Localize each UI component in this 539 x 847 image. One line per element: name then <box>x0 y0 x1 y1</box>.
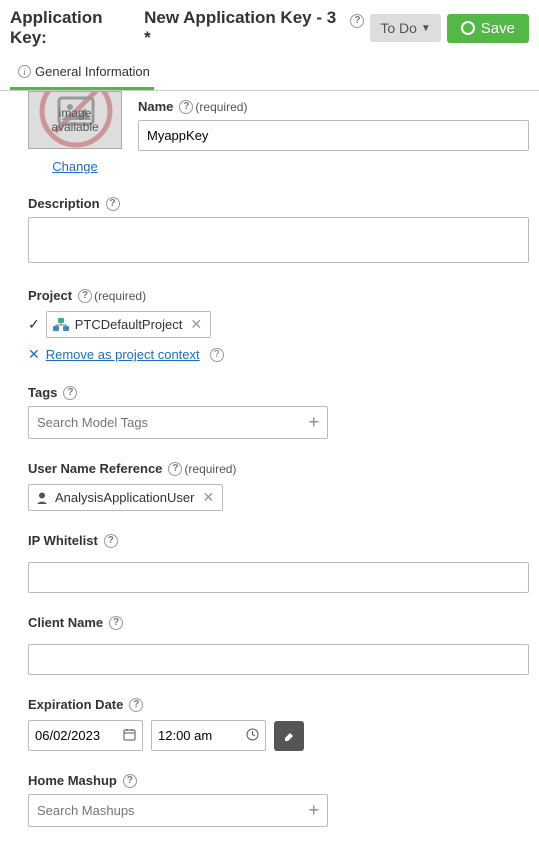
save-label: Save <box>481 20 515 37</box>
help-icon[interactable]: ? <box>179 100 193 114</box>
add-mashup-icon[interactable]: + <box>300 800 327 821</box>
help-icon[interactable]: ? <box>350 14 364 28</box>
required-label: (required) <box>94 289 146 303</box>
remove-project-row: ✕ Remove as project context ? <box>28 346 529 363</box>
user-value: AnalysisApplicationUser <box>55 490 194 505</box>
todo-label: To Do <box>380 20 417 36</box>
description-textarea[interactable] <box>28 217 529 263</box>
project-icon <box>53 318 69 332</box>
page-title: Application Key: New Application Key - 3… <box>10 8 364 48</box>
thumbnail-column: image available Change <box>28 91 122 174</box>
info-icon: i <box>18 65 31 78</box>
required-label: (required) <box>184 462 236 476</box>
remove-x-icon[interactable]: ✕ <box>28 346 40 363</box>
tags-label: Tags ? <box>28 385 529 400</box>
change-image-link[interactable]: Change <box>52 159 98 174</box>
ip-whitelist-input[interactable] <box>28 562 529 593</box>
user-ref-field: User Name Reference ? (required) Analysi… <box>28 461 529 511</box>
remove-project-link[interactable]: Remove as project context <box>46 347 200 362</box>
home-mashup-field: Home Mashup ? + <box>28 773 529 827</box>
tab-bar: i General Information <box>0 58 539 90</box>
help-icon[interactable]: ? <box>106 197 120 211</box>
help-icon[interactable]: ? <box>123 774 137 788</box>
client-name-label: Client Name ? <box>28 615 529 630</box>
expiration-field: Expiration Date ? <box>28 697 529 751</box>
home-mashup-label: Home Mashup ? <box>28 773 529 788</box>
eraser-icon <box>281 728 297 744</box>
help-icon[interactable]: ? <box>109 616 123 630</box>
help-icon[interactable]: ? <box>104 534 118 548</box>
tags-input[interactable] <box>29 407 300 438</box>
ip-whitelist-label: IP Whitelist ? <box>28 533 529 548</box>
user-chip[interactable]: AnalysisApplicationUser ✕ <box>28 484 223 511</box>
client-name-field: Client Name ? <box>28 615 529 675</box>
top-row: image available Change Name ? (required) <box>28 91 529 174</box>
name-column: Name ? (required) <box>138 99 529 151</box>
entity-name: New Application Key - 3 * <box>144 8 344 48</box>
user-icon <box>35 491 49 505</box>
page-header: Application Key: New Application Key - 3… <box>0 0 539 58</box>
tab-label: General Information <box>35 64 150 79</box>
help-icon[interactable]: ? <box>210 348 224 362</box>
expiration-row <box>28 720 529 751</box>
form-content: image available Change Name ? (required)… <box>0 91 539 847</box>
project-field: Project ? (required) ✓ PTCDefaultProject… <box>28 288 529 363</box>
description-field: Description ? <box>28 196 529 266</box>
project-chip[interactable]: PTCDefaultProject ✕ <box>46 311 211 338</box>
tab-general-information[interactable]: i General Information <box>10 58 154 90</box>
clear-project-icon[interactable]: ✕ <box>188 316 204 333</box>
help-icon[interactable]: ? <box>78 289 92 303</box>
chevron-down-icon: ▼ <box>421 23 431 34</box>
ip-whitelist-field: IP Whitelist ? <box>28 533 529 593</box>
project-row: ✓ PTCDefaultProject ✕ <box>28 311 529 338</box>
help-icon[interactable]: ? <box>129 698 143 712</box>
help-icon[interactable]: ? <box>168 462 182 476</box>
thumbnail-placeholder: image available <box>28 91 122 149</box>
tags-field: Tags ? + <box>28 385 529 439</box>
checkmark-icon: ✓ <box>28 316 40 333</box>
todo-button[interactable]: To Do ▼ <box>370 14 440 42</box>
clear-user-icon[interactable]: ✕ <box>200 489 216 506</box>
revert-button[interactable] <box>274 721 304 751</box>
thumbnail-text: image available <box>51 106 98 135</box>
expiration-label: Expiration Date ? <box>28 697 529 712</box>
time-input[interactable] <box>152 721 240 750</box>
time-input-wrapper[interactable] <box>151 720 266 751</box>
client-name-input[interactable] <box>28 644 529 675</box>
date-input-wrapper[interactable] <box>28 720 143 751</box>
date-input[interactable] <box>29 721 117 750</box>
home-mashup-input[interactable] <box>29 795 300 826</box>
save-circle-icon <box>461 21 475 35</box>
add-tag-icon[interactable]: + <box>300 412 327 433</box>
tags-search[interactable]: + <box>28 406 328 439</box>
name-label: Name ? (required) <box>138 99 529 114</box>
calendar-icon[interactable] <box>117 728 142 744</box>
required-label: (required) <box>195 100 247 114</box>
clock-icon[interactable] <box>240 728 265 744</box>
name-input[interactable] <box>138 120 529 151</box>
description-label: Description ? <box>28 196 529 211</box>
entity-type-label: Application Key: <box>10 8 142 48</box>
help-icon[interactable]: ? <box>63 386 77 400</box>
user-ref-label: User Name Reference ? (required) <box>28 461 529 476</box>
save-button[interactable]: Save <box>447 14 529 43</box>
project-value: PTCDefaultProject <box>75 317 183 332</box>
project-label: Project ? (required) <box>28 288 529 303</box>
home-mashup-search[interactable]: + <box>28 794 328 827</box>
